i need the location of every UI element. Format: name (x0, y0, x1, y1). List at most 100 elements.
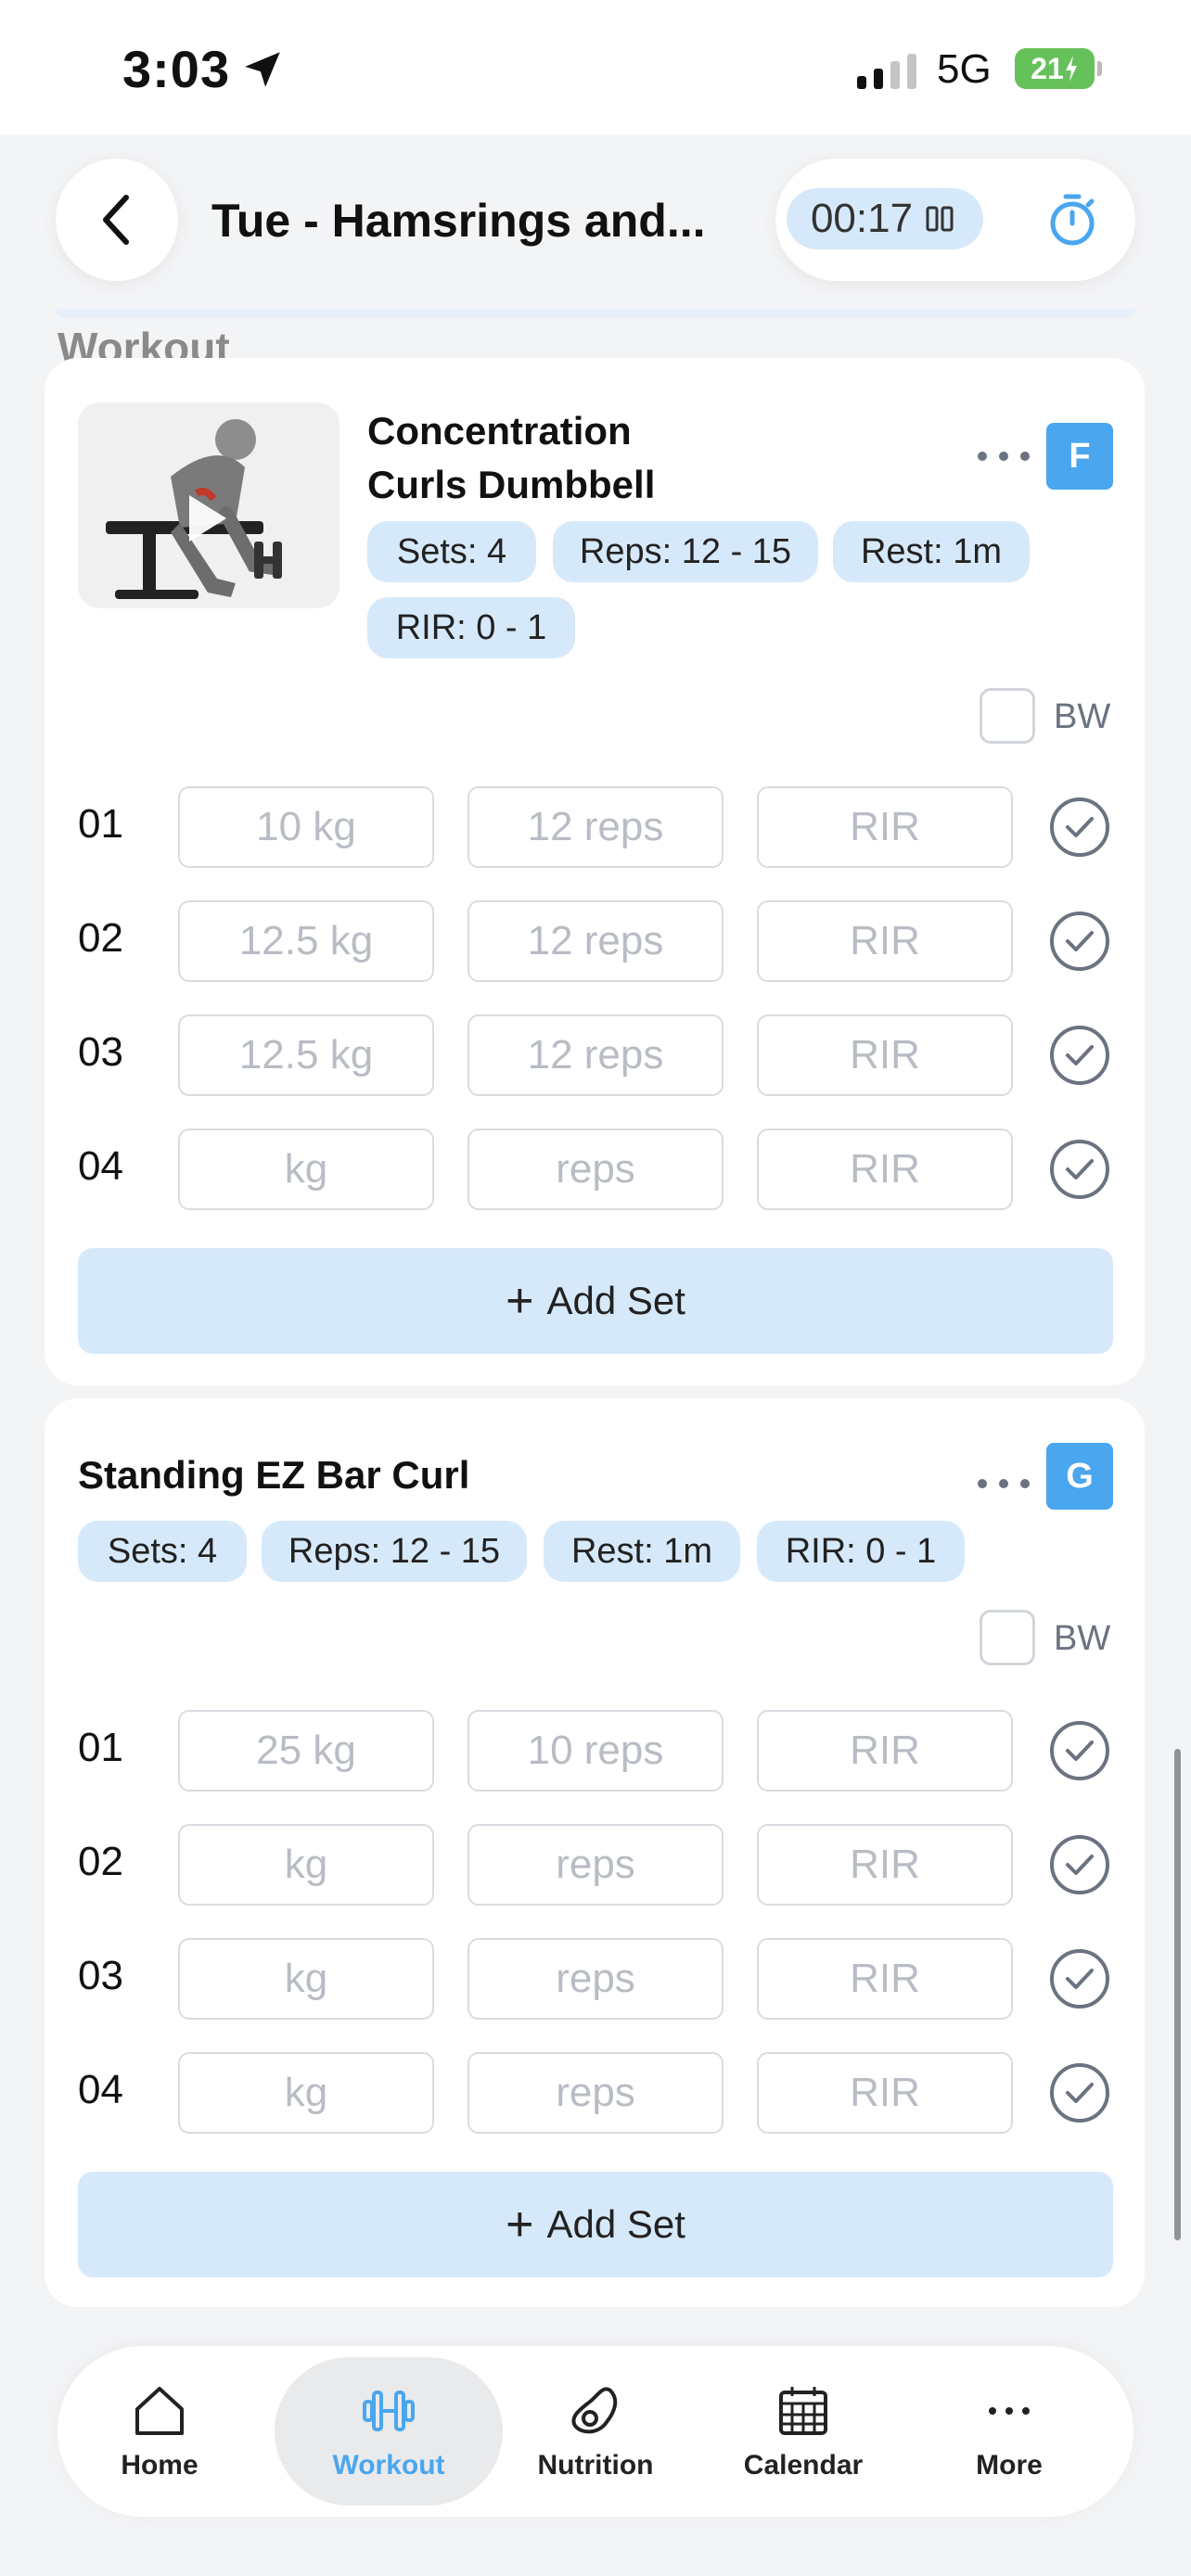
complete-set-button[interactable] (1050, 1140, 1109, 1199)
reps-input[interactable]: reps (467, 1824, 724, 1906)
weight-input[interactable]: 10 kg (178, 786, 434, 868)
add-set-label: Add Set (546, 1279, 685, 1322)
scrollbar[interactable] (1174, 1749, 1181, 2240)
reps-input[interactable]: 12 reps (467, 1014, 724, 1096)
check-icon (1066, 1741, 1094, 1761)
set-number: 01 (78, 801, 123, 847)
complete-set-button[interactable] (1050, 1721, 1109, 1780)
check-icon (1066, 2083, 1094, 2103)
dot-icon (978, 452, 987, 461)
back-button[interactable] (56, 159, 178, 281)
dot-icon (1020, 1479, 1030, 1488)
reps-input[interactable]: 12 reps (467, 900, 724, 982)
home-icon (135, 2387, 184, 2435)
more-options-button[interactable] (978, 1474, 1030, 1493)
complete-set-button[interactable] (1050, 912, 1109, 971)
network-label: 5G (937, 46, 992, 92)
check-icon (1066, 1159, 1094, 1180)
weight-input[interactable]: 12.5 kg (178, 900, 434, 982)
check-icon (1066, 817, 1094, 837)
exercise-card: Concentration Curls Dumbbell F Sets: 4 R… (45, 358, 1145, 1385)
weight-input[interactable]: 25 kg (178, 1710, 434, 1792)
timer-text: 00:17 (810, 196, 914, 241)
check-icon (1066, 1045, 1094, 1065)
avocado-icon (571, 2387, 618, 2434)
set-row: 01 10 kg 12 reps RIR (45, 786, 1145, 868)
nav-item-nutrition[interactable]: Nutrition (493, 2357, 698, 2506)
dot-icon (978, 1479, 987, 1488)
rir-input[interactable]: RIR (757, 1129, 1013, 1210)
reps-chip: Reps: 12 - 15 (553, 521, 818, 582)
weight-input[interactable]: 12.5 kg (178, 1014, 434, 1096)
nav-item-more[interactable]: More (907, 2357, 1111, 2506)
plus-icon: + (506, 1274, 534, 1328)
pause-icon (926, 206, 954, 232)
set-number: 02 (78, 1839, 123, 1884)
complete-set-button[interactable] (1050, 1026, 1109, 1085)
stopwatch-icon[interactable] (1044, 192, 1100, 248)
nav-label: Calendar (743, 2450, 864, 2480)
reps-input[interactable]: reps (467, 2052, 724, 2134)
complete-set-button[interactable] (1050, 1835, 1109, 1894)
complete-set-button[interactable] (1050, 797, 1109, 857)
add-set-button[interactable]: + Add Set (78, 1248, 1113, 1354)
complete-set-button[interactable] (1050, 1949, 1109, 2009)
weight-input[interactable]: kg (178, 2052, 434, 2134)
nav-item-calendar[interactable]: Calendar (701, 2357, 905, 2506)
exercise-card: Standing EZ Bar Curl G Sets: 4 Reps: 12 … (45, 1398, 1145, 2307)
bodyweight-label: BW (1054, 697, 1111, 736)
timer-value[interactable]: 00:17 (787, 188, 983, 249)
rir-input[interactable]: RIR (757, 2052, 1013, 2134)
weight-input[interactable]: kg (178, 1129, 434, 1210)
set-row: 02 kg reps RIR (45, 1824, 1145, 1906)
set-number: 03 (78, 1953, 123, 1998)
reps-input[interactable]: reps (467, 1129, 724, 1210)
bodyweight-label: BW (1054, 1619, 1111, 1658)
dot-icon (1020, 452, 1030, 461)
nav-item-home[interactable]: Home (58, 2357, 262, 2506)
set-number: 04 (78, 2067, 123, 2112)
exercise-video-thumbnail[interactable] (78, 402, 339, 608)
dot-icon (999, 1479, 1008, 1488)
more-options-button[interactable] (978, 447, 1030, 465)
nav-item-workout[interactable]: Workout (275, 2357, 503, 2506)
reps-chip: Reps: 12 - 15 (262, 1521, 527, 1582)
bottom-navigation: Home Workout Nutrition Calendar More (58, 2346, 1133, 2517)
rest-chip: Rest: 1m (833, 521, 1030, 582)
calendar-icon (779, 2387, 827, 2435)
set-number: 03 (78, 1029, 123, 1075)
exercise-figure-icon (106, 419, 282, 599)
charging-bolt-icon (1065, 56, 1077, 82)
timer-pill[interactable]: 00:17 (775, 159, 1135, 281)
reps-input[interactable]: 12 reps (467, 786, 724, 868)
set-row: 03 kg reps RIR (45, 1938, 1145, 2020)
signal-icon (857, 54, 916, 89)
reps-input[interactable]: reps (467, 1938, 724, 2020)
superset-badge[interactable]: F (1046, 423, 1113, 490)
complete-set-button[interactable] (1050, 2063, 1109, 2123)
rest-chip: Rest: 1m (544, 1521, 740, 1582)
rir-input[interactable]: RIR (757, 1710, 1013, 1792)
set-number: 01 (78, 1725, 123, 1770)
add-set-button[interactable]: + Add Set (78, 2172, 1113, 2277)
battery-level: 21 (1031, 51, 1064, 85)
plus-icon: + (506, 2198, 534, 2251)
check-icon (1066, 931, 1094, 951)
bodyweight-checkbox[interactable] (980, 688, 1035, 744)
set-row: 04 kg reps RIR (45, 2052, 1145, 2134)
rir-input[interactable]: RIR (757, 786, 1013, 868)
nav-label: Home (121, 2450, 198, 2480)
rir-input[interactable]: RIR (757, 1824, 1013, 1906)
nav-label: Nutrition (537, 2450, 654, 2480)
bodyweight-checkbox[interactable] (980, 1610, 1035, 1665)
weight-input[interactable]: kg (178, 1938, 434, 2020)
reps-input[interactable]: 10 reps (467, 1710, 724, 1792)
rir-input[interactable]: RIR (757, 1938, 1013, 2020)
location-arrow-icon (245, 52, 280, 87)
rir-input[interactable]: RIR (757, 900, 1013, 982)
status-bar: 3:03 5G 21 (0, 0, 1191, 134)
rir-input[interactable]: RIR (757, 1014, 1013, 1096)
superset-badge[interactable]: G (1046, 1443, 1113, 1510)
weight-input[interactable]: kg (178, 1824, 434, 1906)
sets-chip: Sets: 4 (78, 1521, 247, 1582)
